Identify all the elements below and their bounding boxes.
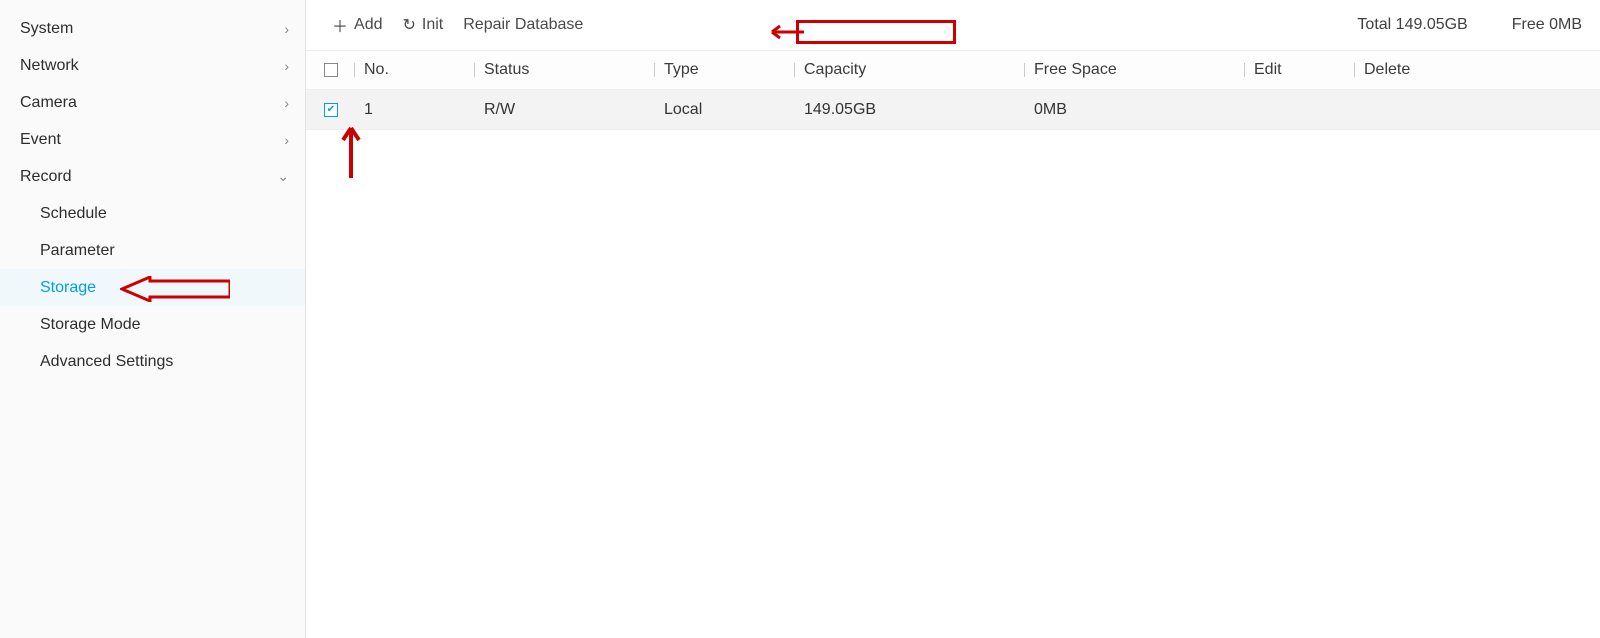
chevron-right-icon: › [284,21,289,37]
sidebar-label: Storage Mode [40,316,141,334]
free-info: Free 0MB [1512,16,1582,34]
col-capacity: Capacity [804,61,1034,79]
sidebar-item-event[interactable]: Event › [0,121,305,158]
add-button[interactable]: ＋ Add [324,9,390,41]
col-type: Type [664,61,804,79]
row-free: 0MB [1034,101,1254,119]
sidebar-label: Record [20,168,72,186]
total-info: Total 149.05GB [1357,16,1467,34]
col-status: Status [484,61,664,79]
sidebar-item-storage[interactable]: Storage [0,269,305,306]
chevron-down-icon: ⌄ [277,168,289,185]
plus-icon: ＋ [332,13,348,37]
chevron-right-icon: › [284,132,289,148]
chevron-right-icon: › [284,95,289,111]
init-button[interactable]: ↻ Init [394,11,451,39]
sidebar-item-advanced-settings[interactable]: Advanced Settings [0,343,305,380]
repair-label: Repair Database [463,16,583,34]
refresh-icon: ↻ [402,15,415,35]
col-delete: Delete [1364,61,1464,79]
row-checkbox[interactable]: ✔ [324,103,338,117]
table-row[interactable]: ✔ 1 R/W Local 149.05GB 0MB [306,90,1600,130]
sidebar-label: Parameter [40,242,115,260]
sidebar-item-schedule[interactable]: Schedule [0,195,305,232]
sidebar-label: Schedule [40,205,107,223]
sidebar-label: Advanced Settings [40,353,173,371]
row-capacity: 149.05GB [804,101,1034,119]
select-all-checkbox[interactable] [324,63,338,77]
sidebar-label: Storage [40,279,96,297]
sidebar-item-camera[interactable]: Camera › [0,84,305,121]
col-no: No. [364,61,484,79]
sidebar-item-record[interactable]: Record ⌄ [0,158,305,195]
table-header: No. Status Type Capacity Free Space Edit… [306,50,1600,90]
main-panel: ＋ Add ↻ Init Repair Database Total 149.0… [306,0,1600,638]
row-type: Local [664,101,804,119]
chevron-right-icon: › [284,58,289,74]
sidebar-item-system[interactable]: System › [0,10,305,47]
row-no: 1 [364,101,484,119]
col-edit: Edit [1254,61,1364,79]
sidebar-label: Camera [20,94,77,112]
sidebar-item-storage-mode[interactable]: Storage Mode [0,306,305,343]
col-free: Free Space [1034,61,1254,79]
toolbar: ＋ Add ↻ Init Repair Database Total 149.0… [306,0,1600,50]
row-status: R/W [484,101,664,119]
sidebar: System › Network › Camera › Event › Reco… [0,0,306,638]
sidebar-label: Event [20,131,61,149]
sidebar-item-parameter[interactable]: Parameter [0,232,305,269]
sidebar-item-network[interactable]: Network › [0,47,305,84]
add-label: Add [354,16,382,34]
sidebar-label: System [20,20,73,38]
init-label: Init [422,16,443,34]
sidebar-label: Network [20,57,79,75]
repair-database-button[interactable]: Repair Database [455,12,591,38]
